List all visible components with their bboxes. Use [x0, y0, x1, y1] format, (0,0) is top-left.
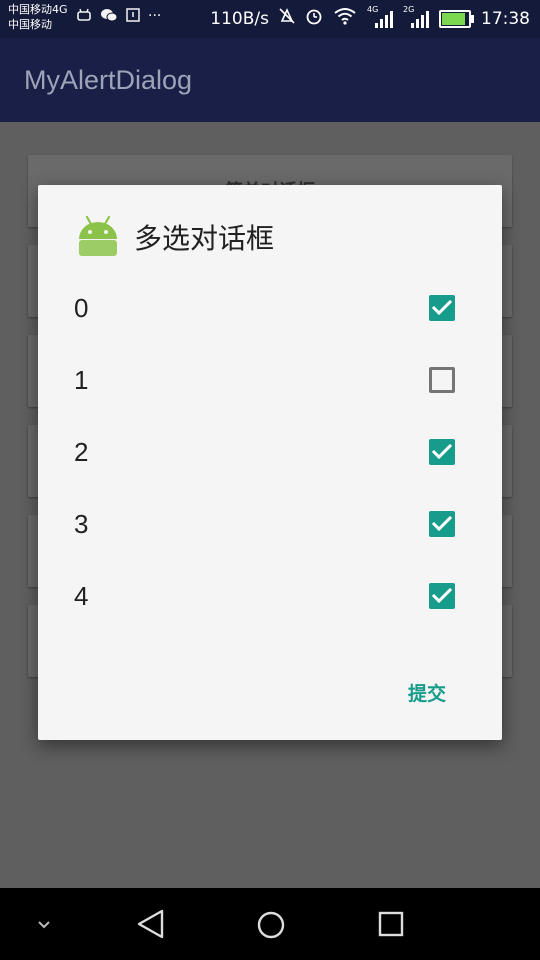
choice-label: 2	[74, 437, 89, 467]
choice-label: 3	[74, 509, 89, 539]
choice-item-0[interactable]: 0	[38, 273, 502, 345]
carrier-info: 中国移动4G 中国移动	[8, 2, 68, 32]
choice-list: 0 1 2 3 4	[38, 273, 502, 633]
wifi-icon	[333, 7, 357, 30]
choice-label: 0	[74, 293, 89, 323]
choice-label: 1	[74, 365, 89, 395]
checkbox-checked[interactable]	[429, 439, 455, 465]
carrier-line-1: 中国移动4G	[8, 3, 68, 16]
checkmark-icon	[431, 299, 453, 316]
choice-item-4[interactable]: 4	[38, 561, 502, 633]
home-circle-icon[interactable]	[256, 910, 286, 944]
checkbox-checked[interactable]	[429, 511, 455, 537]
checkbox-unchecked[interactable]	[429, 367, 455, 393]
choice-item-2[interactable]: 2	[38, 417, 502, 489]
chevron-down-icon[interactable]	[36, 916, 52, 935]
back-triangle-icon[interactable]	[136, 908, 166, 944]
choice-item-1[interactable]: 1	[38, 345, 502, 417]
navigation-bar	[0, 888, 540, 960]
notification-icons: ···	[76, 8, 161, 26]
signal-4g-icon: 4G	[367, 5, 393, 29]
submit-button[interactable]: 提交	[408, 679, 446, 706]
checkmark-icon	[431, 587, 453, 604]
choice-label: 4	[74, 581, 89, 611]
checkmark-icon	[431, 443, 453, 460]
choice-item-3[interactable]: 3	[38, 489, 502, 561]
checkbox-checked[interactable]	[429, 583, 455, 609]
wechat-icon	[100, 8, 118, 26]
multi-choice-dialog: 多选对话框 0 1 2 3 4 提交	[38, 185, 502, 740]
system-status: 110B/s 4G 2G 17:38	[210, 5, 530, 30]
checkbox-checked[interactable]	[429, 295, 455, 321]
battery-icon	[439, 9, 474, 28]
clock: 17:38	[481, 8, 530, 29]
dialog-title: 多选对话框	[134, 222, 275, 255]
alert-icon	[126, 8, 140, 26]
android-debug-icon	[76, 8, 92, 26]
alarm-icon	[305, 7, 323, 30]
more-icon: ···	[148, 8, 162, 24]
signal-2g-icon: 2G	[403, 5, 429, 29]
app-bar: MyAlertDialog	[0, 38, 540, 122]
android-icon	[78, 215, 118, 261]
app-title: MyAlertDialog	[24, 65, 193, 95]
network-speed: 110B/s	[210, 8, 269, 29]
checkmark-icon	[431, 515, 453, 532]
carrier-line-2: 中国移动	[8, 18, 52, 31]
recent-square-icon[interactable]	[377, 910, 405, 942]
mute-icon	[279, 7, 295, 30]
status-bar: 中国移动4G 中国移动 ··· 110B/s 4G 2G 17:38	[0, 0, 540, 38]
